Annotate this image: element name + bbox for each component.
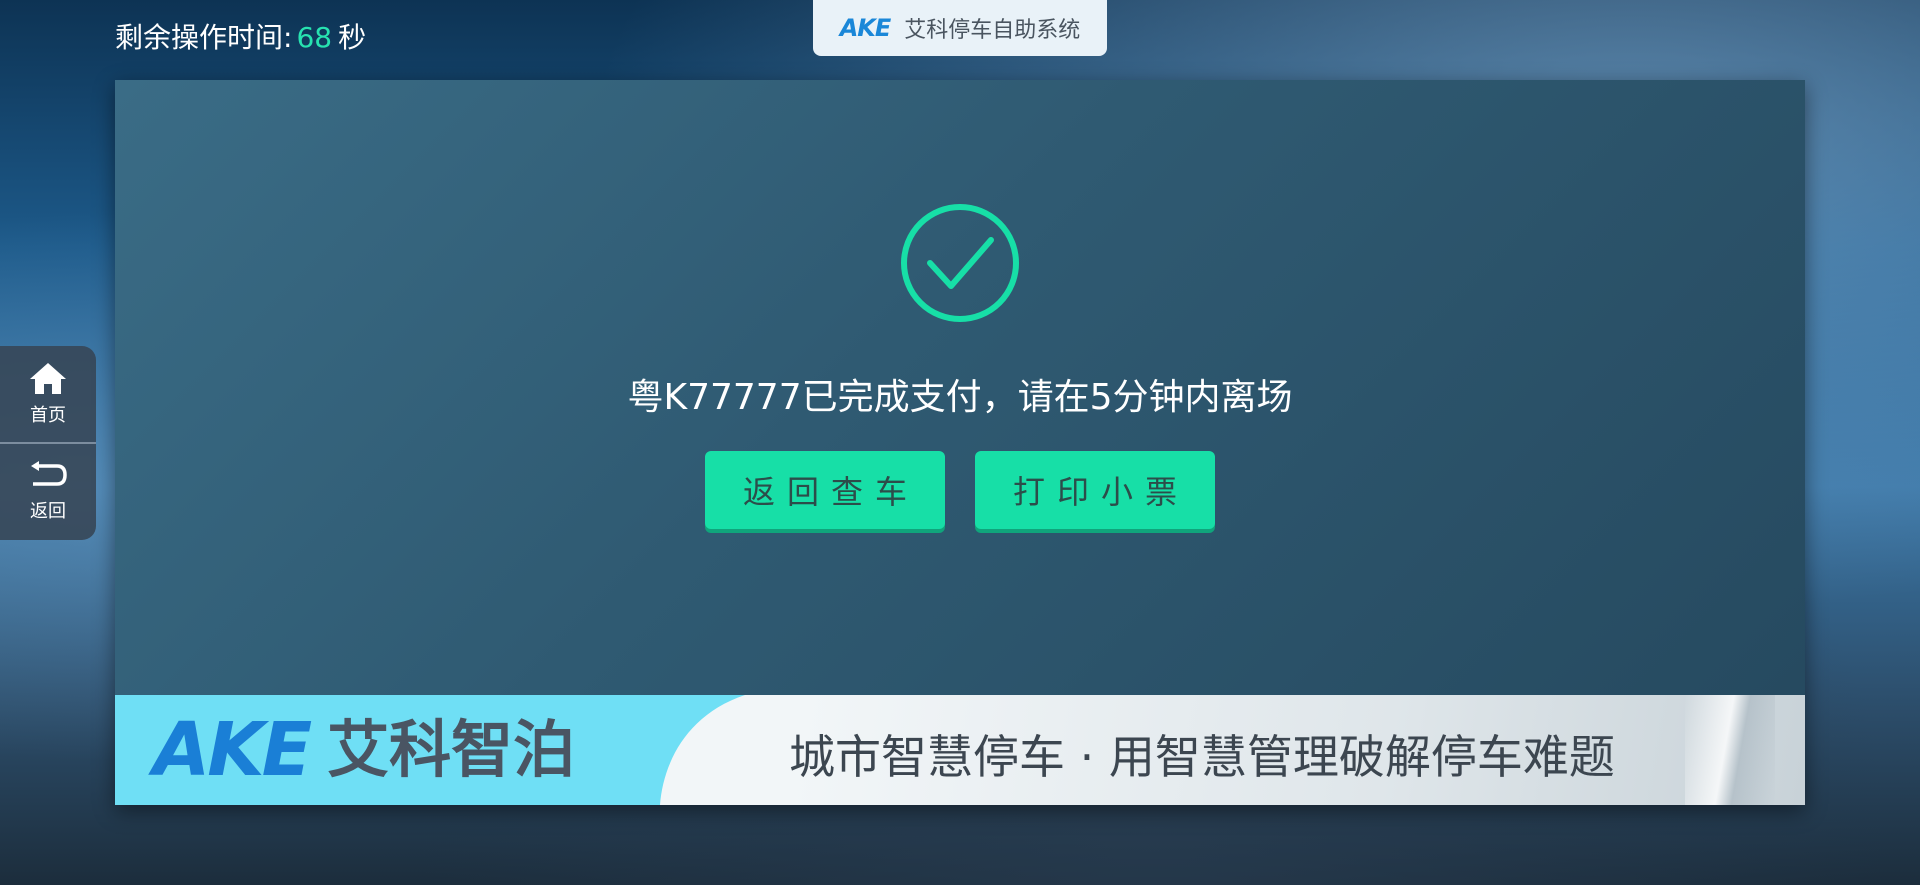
return-button-label: 返回 xyxy=(30,501,66,522)
timer-label: 剩余操作时间: xyxy=(115,21,293,54)
home-icon xyxy=(30,363,66,394)
header-logo: AKE xyxy=(839,14,892,42)
print-receipt-button[interactable]: 打印小票 xyxy=(975,451,1215,529)
banner-brand: AKE 艾科智泊 xyxy=(153,711,575,789)
system-header-badge: AKE 艾科停车自助系统 xyxy=(813,0,1107,56)
payment-success-message: 粤K77777已完成支付，请在5分钟内离场 xyxy=(627,377,1293,418)
home-button-label: 首页 xyxy=(30,405,66,426)
timer-unit: 秒 xyxy=(338,21,367,54)
result-area: 粤K77777已完成支付，请在5分钟内离场 返回查车 打印小票 xyxy=(115,80,1805,695)
ad-banner: AKE 艾科智泊 城市智慧停车 · 用智慧管理破解停车难题 xyxy=(115,695,1805,805)
banner-decoration xyxy=(1685,695,1775,805)
back-to-search-button[interactable]: 返回查车 xyxy=(705,451,945,529)
banner-logo: AKE xyxy=(153,707,312,793)
return-icon xyxy=(31,461,67,486)
countdown-timer: 剩余操作时间: 68 秒 xyxy=(115,18,366,58)
side-nav: 首页 返回 xyxy=(0,346,96,540)
payment-result-panel: 粤K77777已完成支付，请在5分钟内离场 返回查车 打印小票 AKE 艾科智泊… xyxy=(115,80,1805,805)
return-button[interactable]: 返回 xyxy=(0,444,96,540)
banner-brand-name: 艾科智泊 xyxy=(327,713,576,786)
system-name: 艾科停车自助系统 xyxy=(904,18,1081,43)
banner-slogan: 城市智慧停车 · 用智慧管理破解停车难题 xyxy=(789,730,1615,784)
check-circle-icon xyxy=(901,204,1019,322)
timer-seconds: 68 xyxy=(296,21,333,54)
home-button[interactable]: 首页 xyxy=(0,346,96,442)
